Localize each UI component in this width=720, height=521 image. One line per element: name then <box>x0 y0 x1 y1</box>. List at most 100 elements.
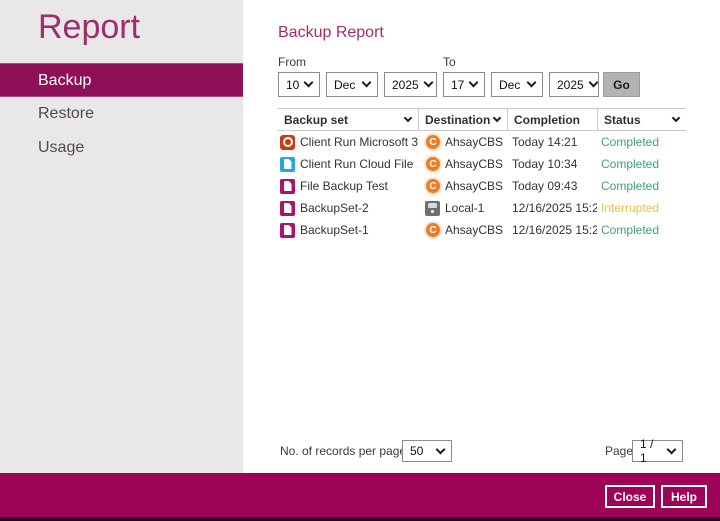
column-label: Destination <box>425 113 490 127</box>
column-label: Status <box>604 113 641 127</box>
report-heading: Backup Report <box>278 24 384 42</box>
window-bottom-edge <box>0 517 720 521</box>
backup-set-name: BackupSet-1 <box>300 223 369 237</box>
column-header-backup-set[interactable]: Backup set <box>278 109 418 130</box>
from-label: From <box>278 55 306 69</box>
select-value: 50 <box>410 444 423 458</box>
main-panel: Backup Report From To 10 Dec 2025 17 Dec… <box>243 0 720 473</box>
completion-cell: Today 10:34 <box>507 153 597 175</box>
page-select[interactable]: 1 / 1 <box>632 440 683 462</box>
to-label: To <box>443 55 456 69</box>
sidebar-item-label: Usage <box>38 139 84 156</box>
status-cell: Completed <box>597 219 686 241</box>
select-value: 2025 <box>392 78 419 92</box>
chevron-down-icon <box>469 78 479 88</box>
local-drive-icon <box>425 201 440 216</box>
backup-set-cell: BackupSet-1 <box>278 219 418 241</box>
sidebar-nav: Backup Restore Usage <box>0 63 243 165</box>
status-badge: Completed <box>601 223 659 237</box>
cloudfile-icon <box>280 157 295 172</box>
destination-name: Local-1 <box>445 201 484 215</box>
ahsaycbs-icon <box>426 135 440 149</box>
chevron-down-icon <box>667 444 677 454</box>
completion-time: 12/16/2025 15:20 <box>512 223 597 237</box>
go-button[interactable]: Go <box>603 72 640 97</box>
destination-name: AhsayCBS <box>445 223 503 237</box>
to-day-select[interactable]: 17 <box>443 72 485 97</box>
from-month-select[interactable]: Dec <box>326 72 378 97</box>
backup-set-cell: BackupSet-2 <box>278 197 418 219</box>
records-per-page-select[interactable]: 50 <box>402 440 452 462</box>
column-header-completion[interactable]: Completion <box>507 109 597 130</box>
status-cell: Completed <box>597 175 686 197</box>
file-icon <box>280 201 295 216</box>
table-row[interactable]: Client Run Microsoft 3... AhsayCBS Today 1… <box>278 131 686 153</box>
sidebar-item-backup[interactable]: Backup <box>0 63 243 97</box>
records-per-page-label: No. of records per page <box>280 444 406 458</box>
completion-time: Today 10:34 <box>512 157 577 171</box>
destination-cell: Local-1 <box>418 197 507 219</box>
close-button[interactable]: Close <box>605 485 655 508</box>
status-cell: Interrupted <box>597 197 686 219</box>
file-icon <box>280 223 295 238</box>
backup-set-cell: File Backup Test <box>278 175 418 197</box>
chevron-down-icon <box>493 114 501 122</box>
ahsaycbs-icon <box>426 223 440 237</box>
chevron-down-icon <box>423 78 433 88</box>
destination-name: AhsayCBS <box>445 157 503 171</box>
table-row[interactable]: BackupSet-2 Local-1 12/16/2025 15:23 Interr… <box>278 197 686 219</box>
completion-time: 12/16/2025 15:23 <box>512 201 597 215</box>
destination-name: AhsayCBS <box>445 179 503 193</box>
table-row[interactable]: File Backup Test AhsayCBS Today 09:43 Compl… <box>278 175 686 197</box>
backup-set-cell: Client Run Microsoft 3... <box>278 131 418 153</box>
ahsaycbs-icon <box>426 157 440 171</box>
sidebar-item-usage[interactable]: Usage <box>0 131 243 165</box>
select-value: 2025 <box>557 78 584 92</box>
page-label: Page <box>605 444 633 458</box>
destination-cell: AhsayCBS <box>418 131 507 153</box>
chevron-down-icon <box>304 78 314 88</box>
to-year-select[interactable]: 2025 <box>549 72 599 97</box>
status-cell: Completed <box>597 153 686 175</box>
completion-cell: 12/16/2025 15:20 <box>507 219 597 241</box>
completion-cell: Today 09:43 <box>507 175 597 197</box>
sidebar-item-restore[interactable]: Restore <box>0 97 243 131</box>
completion-cell: Today 14:21 <box>507 131 597 153</box>
destination-name: AhsayCBS <box>445 135 503 149</box>
destination-cell: AhsayCBS <box>418 175 507 197</box>
completion-time: Today 09:43 <box>512 179 577 193</box>
column-label: Backup set <box>284 113 348 127</box>
status-badge: Interrupted <box>601 201 659 215</box>
table-header: Backup set Destination Completion Status <box>278 108 686 131</box>
column-header-status[interactable]: Status <box>597 109 686 130</box>
table-row[interactable]: BackupSet-1 AhsayCBS 12/16/2025 15:20 Compl… <box>278 219 686 241</box>
page-title: Report <box>38 8 140 47</box>
status-cell: Completed <box>597 131 686 153</box>
destination-cell: AhsayCBS <box>418 153 507 175</box>
chevron-down-icon <box>588 78 598 88</box>
column-label: Completion <box>514 113 580 127</box>
to-month-select[interactable]: Dec <box>491 72 543 97</box>
select-value: 1 / 1 <box>640 437 662 465</box>
select-value: Dec <box>499 78 520 92</box>
backup-report-table: Backup set Destination Completion Status… <box>278 108 686 241</box>
select-value: Dec <box>334 78 355 92</box>
column-header-destination[interactable]: Destination <box>418 109 507 130</box>
backup-set-name: File Backup Test <box>300 179 388 193</box>
completion-time: Today 14:21 <box>512 135 577 149</box>
from-year-select[interactable]: 2025 <box>384 72 437 97</box>
status-badge: Completed <box>601 179 659 193</box>
sidebar-item-label: Restore <box>38 105 94 122</box>
sidebar: Report Backup Restore Usage <box>0 0 243 473</box>
chevron-down-icon <box>672 114 680 122</box>
table-row[interactable]: Client Run Cloud File ... AhsayCBS Today 1… <box>278 153 686 175</box>
chevron-down-icon <box>404 114 412 122</box>
backup-set-name: Client Run Cloud File ... <box>300 157 418 171</box>
ahsaycbs-icon <box>426 179 440 193</box>
from-day-select[interactable]: 10 <box>278 72 320 97</box>
footer-bar: Close Help <box>0 473 720 517</box>
status-badge: Completed <box>601 157 659 171</box>
backup-set-name: Client Run Microsoft 3... <box>300 135 418 149</box>
help-button[interactable]: Help <box>661 485 707 508</box>
backup-set-cell: Client Run Cloud File ... <box>278 153 418 175</box>
